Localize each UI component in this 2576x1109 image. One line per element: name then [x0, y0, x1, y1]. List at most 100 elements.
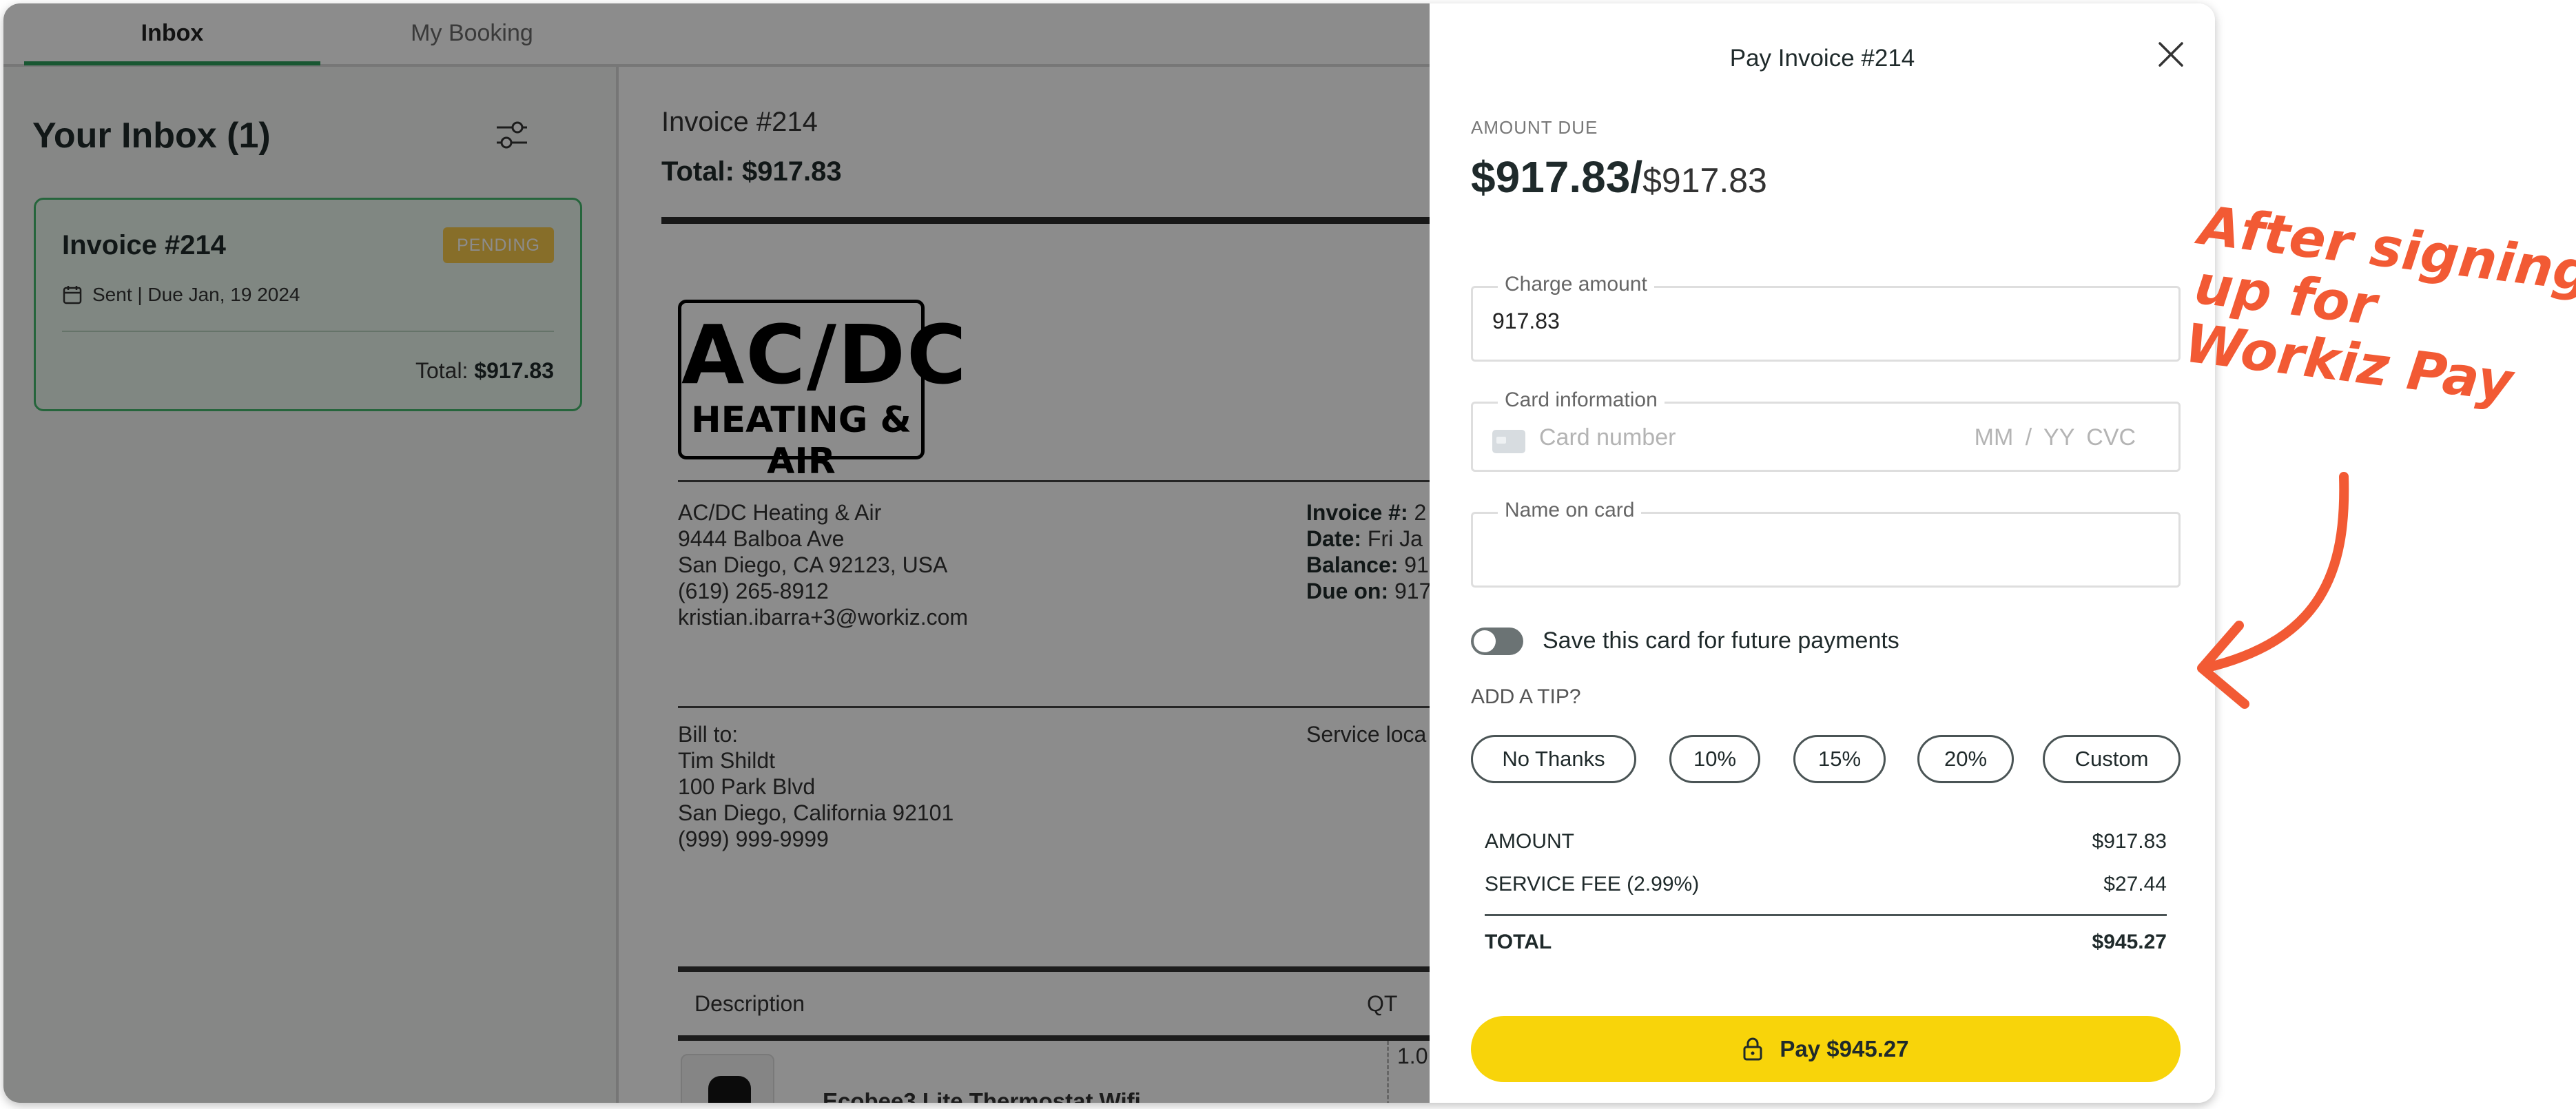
- company-street: 9444 Balboa Ave: [678, 526, 845, 551]
- invoice-date-row: Date: Fri Ja: [1306, 526, 1431, 552]
- logo-bottom-text: HEATING & AIR: [691, 400, 911, 482]
- invoice-due-row: Due on: 917: [1306, 578, 1431, 604]
- meta-value: 91: [1398, 552, 1429, 577]
- invoice-card-date: Sent | Due Jan, 19 2024: [62, 284, 300, 306]
- bill-to-label: Bill to:: [678, 722, 739, 747]
- panel-title: Pay Invoice #214: [1729, 45, 1915, 72]
- amount-due-label: AMOUNT DUE: [1471, 117, 1598, 138]
- meta-label: Invoice #:: [1306, 500, 1408, 525]
- amount-due-total: $917.83: [1642, 161, 1767, 200]
- bill-to-city: San Diego, California 92101: [678, 800, 954, 825]
- annotation-arrow-icon: [2197, 472, 2349, 709]
- invoice-number-row: Invoice #: 2: [1306, 499, 1431, 526]
- invoice-card-total: Total: $917.83: [415, 358, 554, 384]
- tip-15-button[interactable]: 15%: [1793, 735, 1886, 783]
- status-badge: PENDING: [443, 227, 554, 263]
- tip-no-thanks-button[interactable]: No Thanks: [1471, 735, 1636, 783]
- meta-value: Fri Ja: [1361, 526, 1423, 551]
- items-table-header: Description QT: [678, 966, 1440, 1041]
- company-phone: (619) 265-8912: [678, 579, 829, 603]
- summary-amount-value: $917.83: [2092, 830, 2167, 853]
- handwritten-annotation: After signing up for Workiz Pay: [2181, 195, 2576, 421]
- amount-due-value: $917.83/: [1471, 152, 1643, 202]
- bill-to-phone: (999) 999-9999: [678, 827, 829, 851]
- customer-portal: Inbox My Booking Your Inbox (1) Invoice …: [3, 3, 2215, 1103]
- name-on-card-label: Name on card: [1498, 499, 1642, 522]
- invoice-balance-row: Balance: 91: [1306, 552, 1431, 578]
- item-quantity: 1.0: [1397, 1044, 1428, 1068]
- thermostat-image: [708, 1076, 751, 1103]
- divider: [1485, 914, 2167, 916]
- card-information-label: Card information: [1498, 388, 1665, 412]
- column-divider: [1387, 1041, 1389, 1103]
- charge-amount-input[interactable]: 917.83: [1492, 309, 1560, 334]
- company-logo: AC/DC HEATING & AIR: [678, 300, 968, 482]
- pay-button-label: Pay $945.27: [1780, 1036, 1909, 1061]
- service-location: Service loca: [1306, 722, 1427, 747]
- summary-total-label: TOTAL: [1485, 931, 1552, 953]
- bill-to-name: Tim Shildt: [678, 748, 776, 773]
- name-on-card-field[interactable]: Name on card: [1471, 499, 2181, 588]
- save-card-toggle[interactable]: [1471, 628, 1523, 655]
- invoice-document: AC/DC HEATING & AIR AC/DC Heating & Air 9…: [661, 217, 1440, 1103]
- expiry-cvc-input[interactable]: MM / YY CVC: [1975, 424, 2136, 451]
- invoice-card-total-label: Total:: [415, 358, 468, 383]
- summary-amount-label: AMOUNT: [1485, 830, 1574, 853]
- divider: [678, 480, 1440, 482]
- summary-fee-label: SERVICE FEE (2.99%): [1485, 873, 1700, 895]
- summary-total-row: TOTAL $945.27: [1485, 931, 2167, 954]
- lock-icon: [1743, 1037, 1762, 1061]
- inbox-title: Your Inbox (1): [32, 116, 271, 156]
- charge-amount-label: Charge amount: [1498, 273, 1654, 296]
- charge-amount-field[interactable]: Charge amount 917.83: [1471, 273, 2181, 362]
- card-number-input[interactable]: Card number: [1539, 424, 1676, 451]
- tab-inbox[interactable]: Inbox: [24, 3, 320, 65]
- bill-to: Bill to: Tim Shildt 100 Park Blvd San Diego…: [678, 721, 954, 852]
- invoice-preview: Invoice #214 Total: $917.83 AC/DC HEATIN…: [621, 67, 1440, 1103]
- summary-total-value: $945.27: [2092, 931, 2167, 953]
- invoice-card-total-value: $917.83: [474, 358, 554, 383]
- pay-button[interactable]: Pay $945.27: [1471, 1016, 2181, 1082]
- company-address: AC/DC Heating & Air 9444 Balboa Ave San Di…: [678, 499, 968, 630]
- tip-custom-button[interactable]: Custom: [2043, 735, 2181, 783]
- summary-fee-value: $27.44: [2103, 873, 2167, 895]
- tip-20-button[interactable]: 20%: [1917, 735, 2014, 783]
- save-card-label: Save this card for future payments: [1543, 628, 1899, 654]
- description-header: Description: [694, 991, 805, 1016]
- credit-card-icon: [1492, 430, 1525, 453]
- toggle-knob: [1474, 630, 1496, 652]
- inbox-sidebar: Your Inbox (1) Invoice #214 PENDING Sent…: [3, 67, 619, 1103]
- meta-label: Balance:: [1306, 552, 1399, 577]
- company-city: San Diego, CA 92123, USA: [678, 552, 948, 577]
- close-icon[interactable]: [2154, 38, 2187, 71]
- company-email[interactable]: kristian.ibarra+3@workiz.com: [678, 604, 968, 630]
- tip-10-button[interactable]: 10%: [1669, 735, 1760, 783]
- invoice-meta: Invoice #: 2 Date: Fri Ja Balance: 91 Due o…: [1306, 499, 1431, 604]
- meta-label: Due on:: [1306, 579, 1389, 603]
- item-name: Ecobee3 Lite Thermostat Wifi: [823, 1088, 1141, 1103]
- invoice-card-title: Invoice #214: [62, 230, 226, 260]
- product-image: [681, 1054, 774, 1103]
- bill-to-street: 100 Park Blvd: [678, 774, 816, 799]
- calendar-icon: [63, 286, 82, 304]
- company-name: AC/DC Heating & Air: [678, 500, 882, 525]
- add-tip-label: ADD A TIP?: [1471, 685, 1581, 708]
- divider: [678, 706, 1440, 708]
- invoice-card-date-text: Sent | Due Jan, 19 2024: [92, 284, 300, 305]
- logo-top-text: AC/DC: [681, 307, 968, 402]
- meta-label: Date:: [1306, 526, 1362, 551]
- quantity-header: QT: [1367, 991, 1398, 1016]
- invoice-preview-title: Invoice #214: [661, 107, 818, 137]
- inbox-invoice-card[interactable]: Invoice #214 PENDING Sent | Due Jan, 19 …: [34, 198, 582, 411]
- pay-invoice-panel: Pay Invoice #214 AMOUNT DUE $917.83/$917…: [1430, 3, 2215, 1103]
- meta-value: 917: [1388, 579, 1432, 603]
- invoice-preview-total: Total: $917.83: [661, 156, 842, 187]
- filter-settings-icon[interactable]: [491, 115, 533, 156]
- tab-my-booking[interactable]: My Booking: [327, 3, 617, 65]
- meta-value: 2: [1408, 500, 1427, 525]
- tab-bar: Inbox My Booking: [3, 3, 1430, 67]
- divider: [62, 331, 554, 332]
- amount-due: $917.83/$917.83: [1471, 152, 1767, 203]
- card-information-field[interactable]: Card information Card number MM / YY CVC: [1471, 388, 2181, 472]
- summary-fee-row: SERVICE FEE (2.99%) $27.44: [1485, 873, 2167, 896]
